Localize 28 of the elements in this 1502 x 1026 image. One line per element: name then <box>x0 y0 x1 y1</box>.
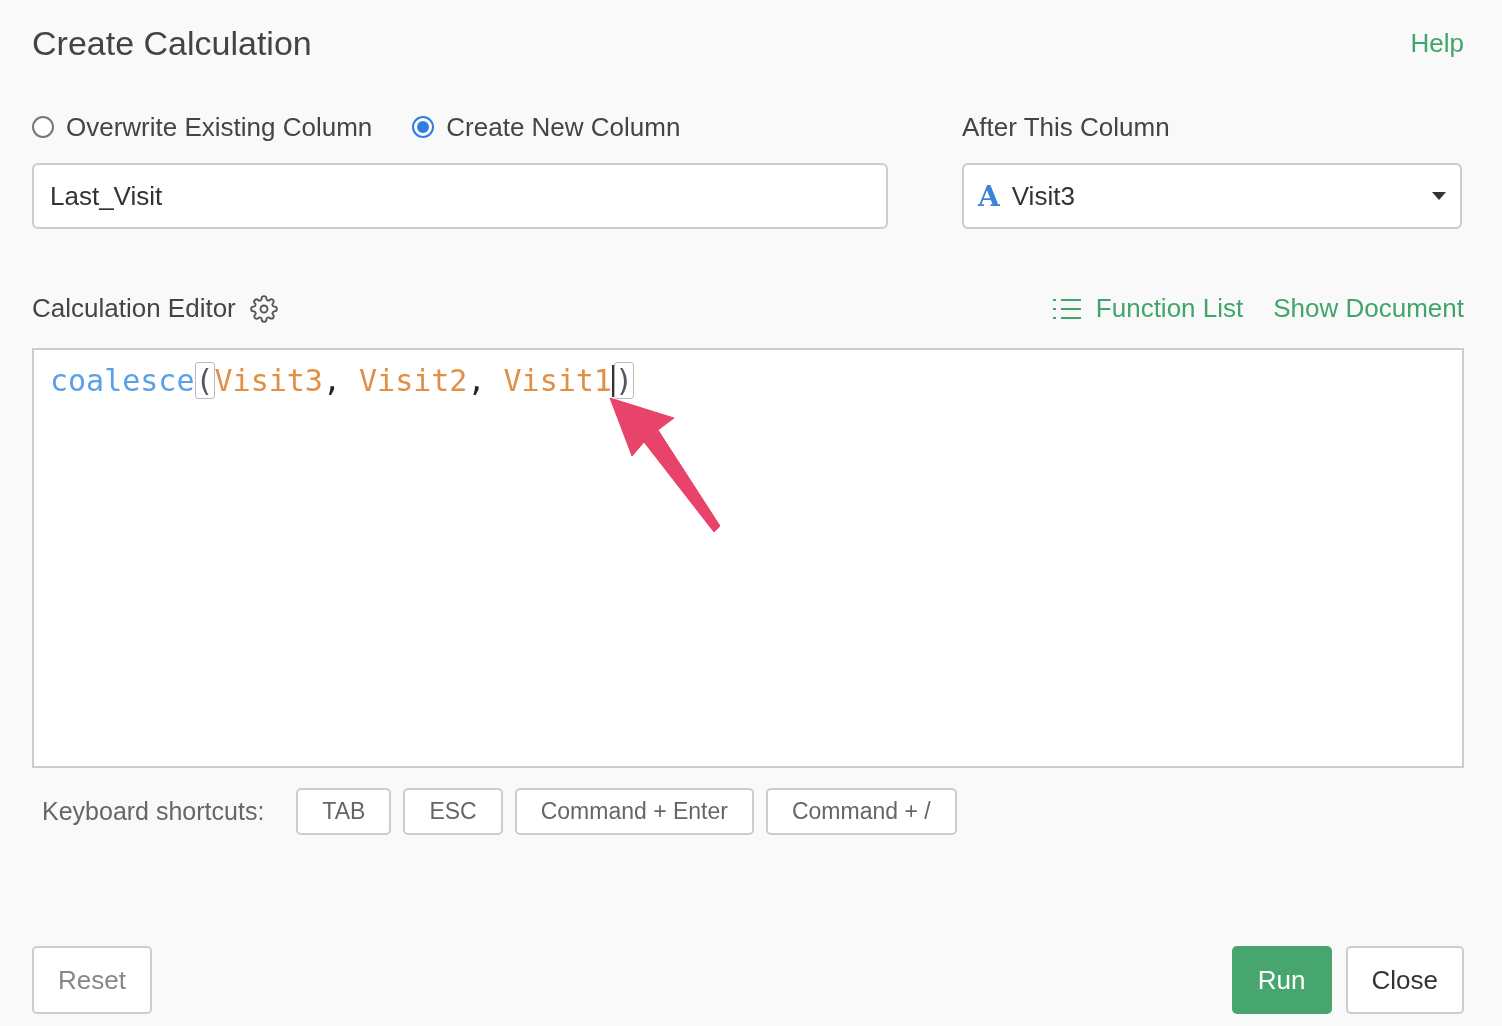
dialog-title: Create Calculation <box>32 24 312 63</box>
radio-icon[interactable] <box>412 116 435 138</box>
caret-icon <box>1432 192 1446 200</box>
shortcuts-label: Keyboard shortcuts: <box>42 797 265 826</box>
close-button[interactable]: Close <box>1345 946 1464 1014</box>
text-type-icon: A <box>978 179 1000 213</box>
code-punctuation: , <box>467 363 487 398</box>
shortcut-key: ESC <box>403 788 503 835</box>
code-column: Visit1 <box>503 363 612 398</box>
code-column: Visit3 <box>214 363 323 398</box>
text-cursor <box>611 364 614 397</box>
shortcut-key: Command + / <box>765 788 957 835</box>
shortcut-key: Command + Enter <box>514 788 754 835</box>
column-select[interactable]: A Visit3 <box>962 163 1462 229</box>
code-bracket: ( <box>194 362 215 399</box>
list-icon <box>1051 296 1082 321</box>
shortcut-key: TAB <box>296 788 392 835</box>
settings-icon[interactable] <box>249 294 278 323</box>
code-column: Visit2 <box>359 363 468 398</box>
code-bracket: ) <box>613 362 634 399</box>
editor-title: Calculation Editor <box>32 293 236 324</box>
after-column-label: After This Column <box>962 110 1171 144</box>
code-function: coalesce <box>50 363 195 398</box>
code-punctuation: , <box>322 363 342 398</box>
column-name-field[interactable]: Last_Visit <box>32 163 888 229</box>
reset-button[interactable]: Reset <box>32 946 152 1014</box>
code-editor[interactable]: coalesce(Visit3, Visit2, Visit1) <box>32 348 1464 768</box>
radio-icon[interactable] <box>32 116 54 138</box>
